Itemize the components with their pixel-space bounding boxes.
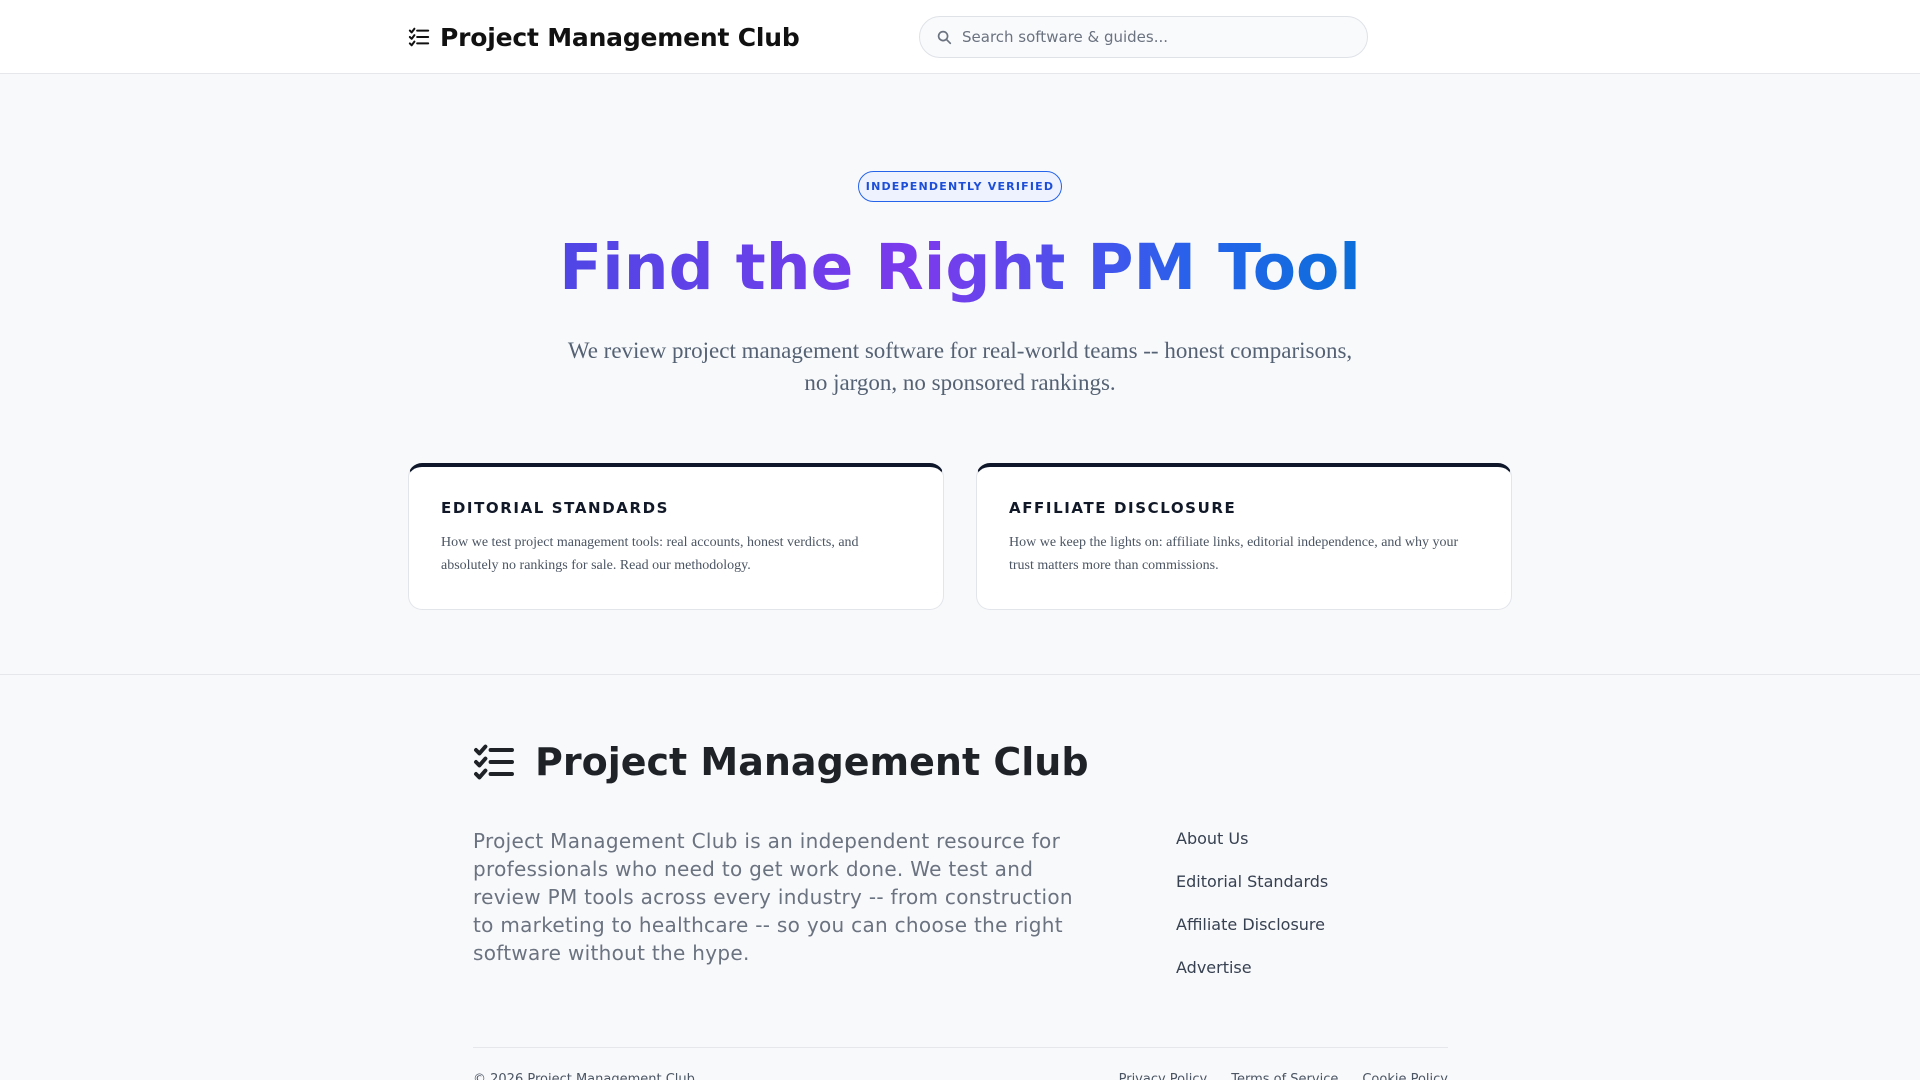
card-body: How we keep the lights on: affiliate lin… (1009, 535, 1459, 573)
cookie-policy-link[interactable]: Cookie Policy (1362, 1072, 1448, 1080)
verified-badge: INDEPENDENTLY VERIFIED (858, 171, 1062, 202)
checklist-icon (408, 27, 430, 47)
hero-subtitle: We review project management software fo… (567, 338, 1353, 395)
footer-brand-link[interactable]: Project Management Club (473, 738, 1089, 786)
card-title: AFFILIATE DISCLOSURE (1009, 499, 1237, 517)
site-header: Project Management Club (0, 0, 1920, 74)
copyright-text: © 2026 Project Management Club (473, 1072, 695, 1080)
search-icon (937, 30, 952, 44)
footer-nav: About Us Editorial Standards Affiliate D… (1176, 829, 1328, 1001)
privacy-policy-link[interactable]: Privacy Policy (1119, 1072, 1208, 1080)
card-title: EDITORIAL STANDARDS (441, 499, 670, 517)
affiliate-disclosure-card[interactable]: AFFILIATE DISCLOSURE How we keep the lig… (976, 463, 1512, 610)
footer-link-advertise[interactable]: Advertise (1176, 958, 1328, 1001)
legal-links: Privacy Policy Terms of Service Cookie P… (1119, 1072, 1448, 1080)
search-input[interactable] (962, 28, 1342, 46)
checklist-icon (474, 744, 514, 780)
editorial-standards-card[interactable]: EDITORIAL STANDARDS How we test project … (408, 463, 944, 610)
brand-logo-link[interactable]: Project Management Club (408, 20, 800, 54)
hero-title-text: Find the Right PM Tool (559, 231, 1361, 304)
footer-description: Project Management Club is an independen… (473, 829, 1073, 965)
footer-link-editorial-standards[interactable]: Editorial Standards (1176, 872, 1328, 915)
card-body: How we test project management tools: re… (441, 535, 859, 573)
footer-link-about-us[interactable]: About Us (1176, 829, 1328, 872)
brand-name: Project Management Club (440, 22, 800, 52)
search-box[interactable] (919, 16, 1368, 58)
footer-link-affiliate-disclosure[interactable]: Affiliate Disclosure (1176, 915, 1328, 958)
footer-brand-name: Project Management Club (535, 740, 1089, 784)
footer-bottom-divider (473, 1047, 1448, 1048)
terms-of-service-link[interactable]: Terms of Service (1231, 1072, 1338, 1080)
footer-divider (0, 674, 1920, 675)
hero-title: Find the Right PM Tool (0, 228, 1920, 308)
